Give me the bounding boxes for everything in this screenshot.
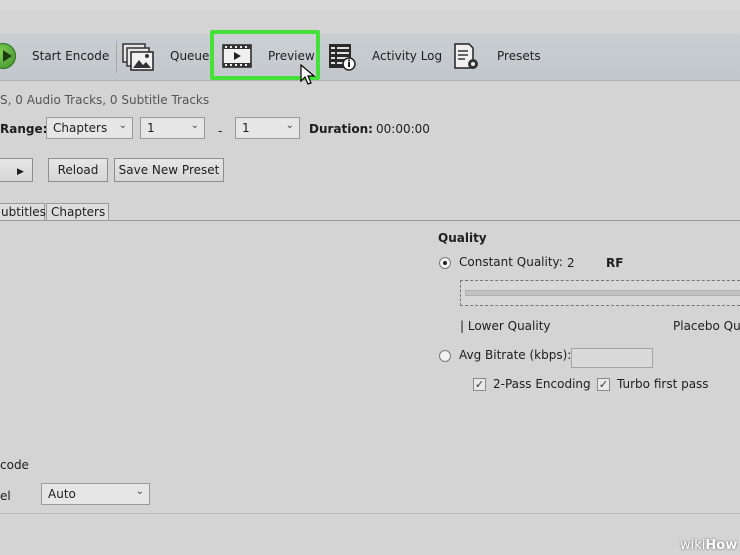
- film-icon[interactable]: [222, 42, 252, 72]
- start-encode-button[interactable]: Start Encode: [32, 49, 109, 63]
- turbo-first-pass-label: Turbo first pass: [617, 377, 709, 391]
- save-new-preset-button[interactable]: Save New Preset: [114, 158, 224, 182]
- range-start-dropdown[interactable]: 1 ⌄: [140, 117, 205, 139]
- quality-heading: Quality: [438, 231, 487, 245]
- presets-icon[interactable]: [452, 42, 482, 72]
- toolbar-separator: [116, 41, 117, 73]
- range-start-value: 1: [147, 121, 155, 135]
- turbo-first-pass-checkbox[interactable]: ✓: [597, 378, 610, 391]
- queue-icon[interactable]: [122, 42, 154, 72]
- bottom-divider: [0, 513, 740, 514]
- constant-quality-radio[interactable]: [439, 257, 451, 269]
- chevron-down-icon: ⌄: [118, 120, 127, 131]
- reload-button[interactable]: Reload: [48, 158, 108, 182]
- duration-value: 00:00:00: [376, 122, 430, 136]
- encode-section-label: code: [0, 458, 29, 472]
- watermark-how: How: [705, 538, 738, 553]
- range-end-value: 1: [242, 121, 250, 135]
- constant-quality-value: 2: [567, 256, 575, 270]
- activity-log-icon[interactable]: [328, 42, 358, 72]
- chevron-down-icon: ⌄: [285, 120, 294, 131]
- preview-button[interactable]: Preview: [268, 49, 315, 63]
- tab-subtitles[interactable]: ubtitles: [0, 203, 46, 221]
- range-dash: -: [218, 124, 223, 138]
- duration-label: Duration:: [309, 122, 373, 136]
- preset-arrow-button[interactable]: ▶: [0, 158, 33, 182]
- quality-slider[interactable]: [460, 280, 740, 306]
- avg-bitrate-input[interactable]: [571, 348, 653, 368]
- level-value: Auto: [48, 487, 76, 501]
- two-pass-label: 2-Pass Encoding: [493, 377, 591, 391]
- source-info-text: S, 0 Audio Tracks, 0 Subtitle Tracks: [0, 93, 210, 107]
- avg-bitrate-label: Avg Bitrate (kbps):: [459, 348, 572, 362]
- range-end-dropdown[interactable]: 1 ⌄: [235, 117, 300, 139]
- level-label: el: [0, 489, 11, 503]
- lower-quality-label: | Lower Quality: [460, 319, 551, 333]
- range-label: Range:: [0, 122, 48, 136]
- presets-button[interactable]: Presets: [497, 49, 541, 63]
- avg-bitrate-radio[interactable]: [439, 350, 451, 362]
- toolbar: [0, 34, 740, 81]
- chevron-down-icon: ⌄: [190, 120, 199, 131]
- watermark-wiki: wiki: [680, 538, 706, 553]
- constant-quality-label: Constant Quality:: [459, 255, 563, 269]
- mouse-cursor-icon: [300, 63, 316, 89]
- level-dropdown[interactable]: Auto ⌄: [41, 483, 150, 505]
- tab-divider: [0, 220, 740, 221]
- tab-chapters[interactable]: Chapters: [46, 203, 109, 221]
- range-mode-value: Chapters: [53, 121, 108, 135]
- play-arrow-icon: ▶: [17, 167, 24, 177]
- rf-label: RF: [606, 256, 624, 270]
- placebo-quality-label: Placebo Qu: [673, 319, 740, 333]
- two-pass-checkbox[interactable]: ✓: [473, 378, 486, 391]
- activity-log-button[interactable]: Activity Log: [372, 49, 442, 63]
- title-strip: [0, 0, 740, 10]
- queue-button[interactable]: Queue: [170, 49, 209, 63]
- chevron-down-icon: ⌄: [135, 486, 144, 497]
- range-mode-dropdown[interactable]: Chapters ⌄: [46, 117, 133, 139]
- wikihow-watermark: wikiHow: [680, 538, 737, 553]
